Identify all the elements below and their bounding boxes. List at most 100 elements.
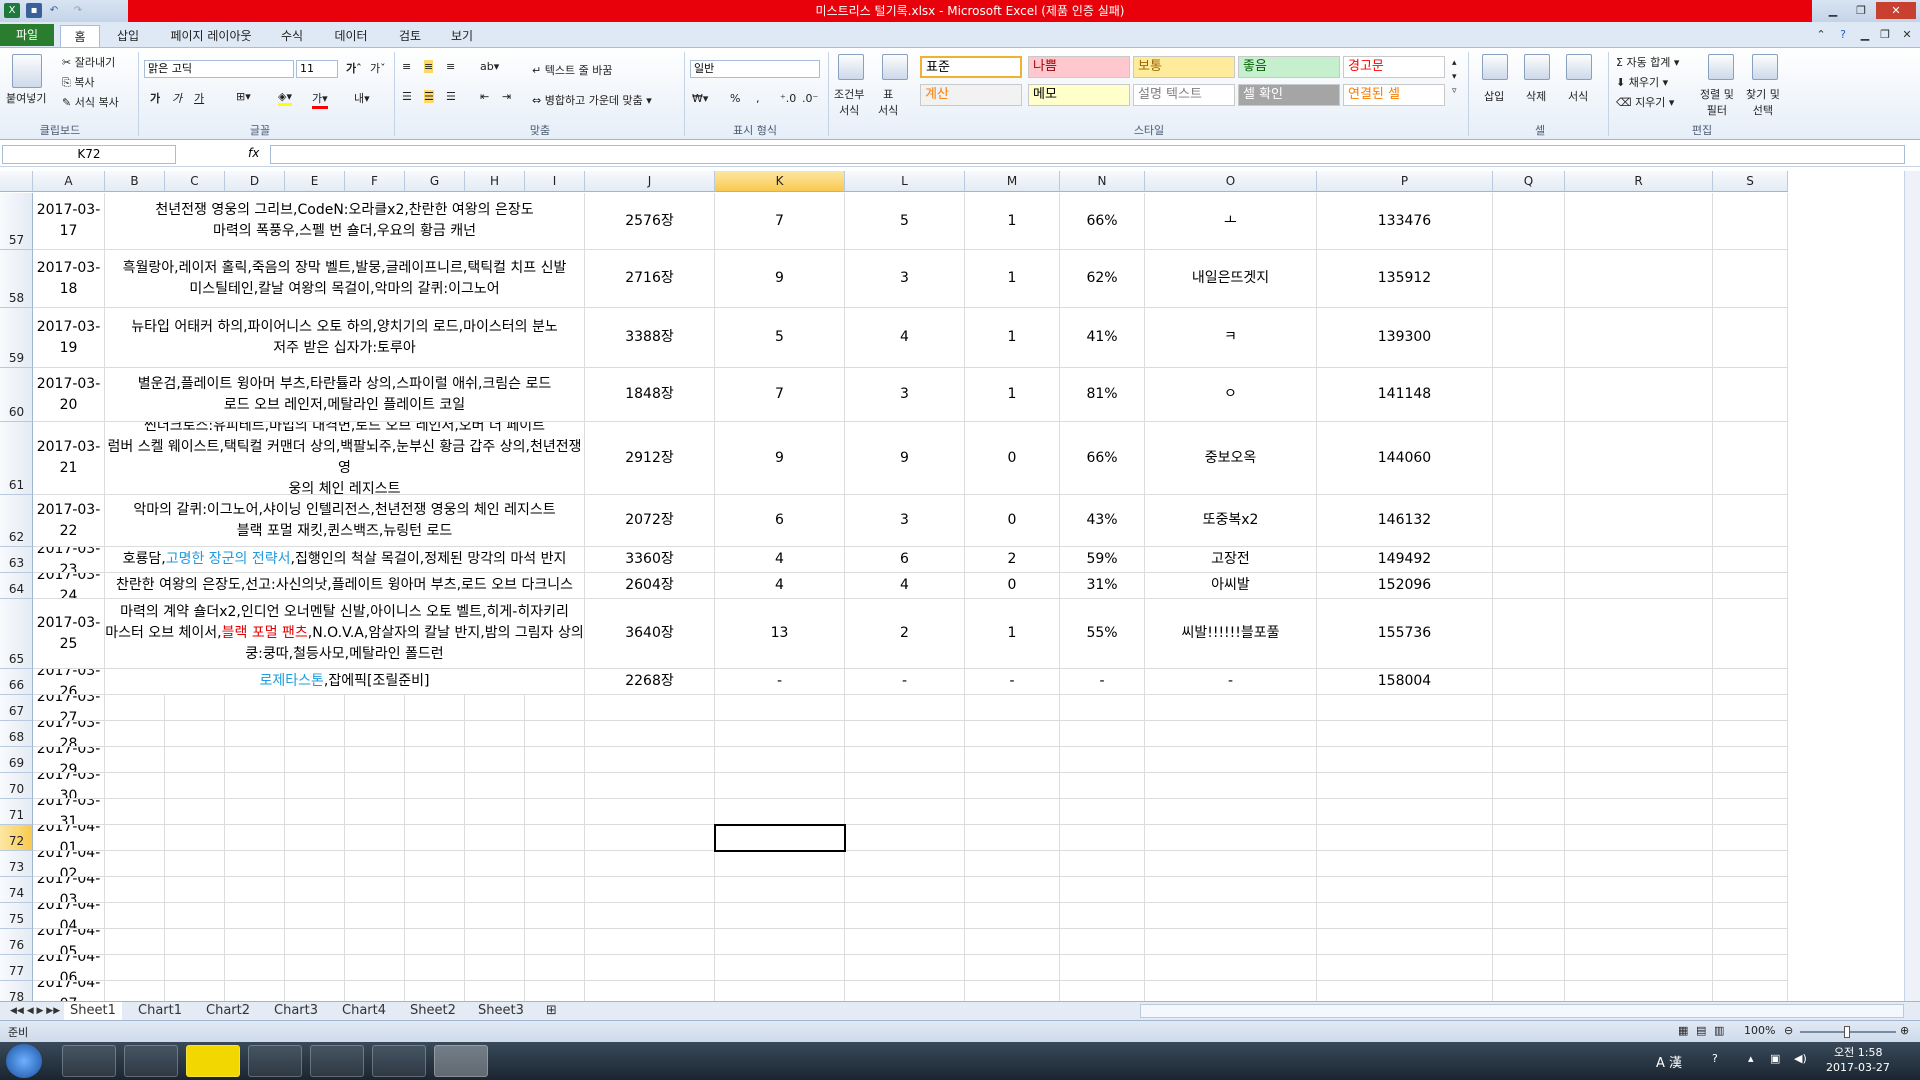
row-header-66[interactable]: 66 — [0, 669, 33, 695]
column-header-S[interactable]: S — [1713, 171, 1788, 192]
cell-Q[interactable] — [1493, 695, 1565, 721]
cell-items[interactable] — [105, 773, 585, 799]
column-header-E[interactable]: E — [285, 171, 345, 192]
cell-P[interactable]: 155736 — [1317, 599, 1493, 669]
cell-Q[interactable] — [1493, 547, 1565, 573]
cell-R[interactable] — [1565, 903, 1713, 929]
decrease-decimal-icon[interactable]: .0⁻ — [802, 92, 818, 105]
cell-L[interactable]: - — [845, 669, 965, 695]
cell-O[interactable]: 내일은뜨겟지 — [1145, 250, 1317, 308]
cell-items[interactable]: 뉴타입 어태커 하의,파이어니스 오토 하의,양치기의 로드,마이스터의 분노 … — [105, 308, 585, 368]
cell-date[interactable]: 2017-04-02 — [33, 851, 105, 877]
cell-S[interactable] — [1713, 422, 1788, 495]
cell-items[interactable] — [105, 695, 585, 721]
cell-style-8[interactable]: 셀 확인 — [1238, 84, 1340, 106]
cell-R[interactable] — [1565, 851, 1713, 877]
cell-style-3[interactable]: 좋음 — [1238, 56, 1340, 78]
cell-M[interactable]: 1 — [965, 250, 1060, 308]
cell-N[interactable] — [1060, 851, 1145, 877]
cell-J[interactable] — [585, 747, 715, 773]
cell-P[interactable] — [1317, 721, 1493, 747]
cell-style-4[interactable]: 경고문 — [1343, 56, 1445, 78]
cell-K[interactable] — [715, 929, 845, 955]
cell-J[interactable] — [585, 695, 715, 721]
column-header-O[interactable]: O — [1145, 171, 1317, 192]
cell-N[interactable]: 66% — [1060, 422, 1145, 495]
row-header-68[interactable]: 68 — [0, 721, 33, 747]
cell-M[interactable]: 0 — [965, 573, 1060, 599]
cell-items[interactable]: 별운검,플레이트 윙아머 부츠,타란튤라 상의,스파이럴 애쉬,크림슨 로드 로… — [105, 368, 585, 422]
cell-J[interactable] — [585, 903, 715, 929]
normal-view-icon[interactable]: ▦ — [1678, 1024, 1688, 1037]
find-select-icon[interactable] — [1752, 54, 1778, 80]
cell-L[interactable]: 4 — [845, 573, 965, 599]
cell-K[interactable]: 5 — [715, 308, 845, 368]
cell-Q[interactable] — [1493, 799, 1565, 825]
sheet-tab-chart3[interactable]: Chart3 — [268, 1002, 324, 1020]
cell-P[interactable] — [1317, 773, 1493, 799]
cell-S[interactable] — [1713, 773, 1788, 799]
fill-color-icon[interactable]: ◈▾ — [278, 90, 292, 106]
start-button[interactable] — [6, 1044, 42, 1078]
cell-R[interactable] — [1565, 721, 1713, 747]
cell-date[interactable]: 2017-04-01 — [33, 825, 105, 851]
cell-N[interactable]: 66% — [1060, 193, 1145, 250]
cell-items[interactable] — [105, 981, 585, 1001]
clock-date[interactable]: 2017-03-27 — [1826, 1061, 1890, 1074]
currency-icon[interactable]: ₩▾ — [692, 92, 708, 105]
close-button[interactable]: ✕ — [1876, 2, 1916, 19]
cell-J[interactable] — [585, 929, 715, 955]
cell-K[interactable] — [715, 695, 845, 721]
cell-K[interactable] — [715, 877, 845, 903]
font-size-combo[interactable]: 11 — [296, 60, 338, 78]
cell-M[interactable]: 1 — [965, 368, 1060, 422]
cell-Q[interactable] — [1493, 721, 1565, 747]
cell-J[interactable]: 2604장 — [585, 573, 715, 599]
cell-Q[interactable] — [1493, 368, 1565, 422]
cell-L[interactable]: 5 — [845, 193, 965, 250]
cell-N[interactable] — [1060, 773, 1145, 799]
tab-file[interactable]: 파일 — [0, 24, 54, 46]
fx-icon[interactable]: fx — [248, 146, 259, 160]
cell-date[interactable]: 2017-03-30 — [33, 773, 105, 799]
cell-S[interactable] — [1713, 495, 1788, 547]
cell-L[interactable]: 6 — [845, 547, 965, 573]
tab-formulas[interactable]: 수식 — [272, 25, 312, 47]
page-break-view-icon[interactable]: ▥ — [1714, 1024, 1724, 1037]
cell-items[interactable] — [105, 851, 585, 877]
sheet-tab-chart2[interactable]: Chart2 — [200, 1002, 256, 1020]
cell-S[interactable] — [1713, 955, 1788, 981]
cell-S[interactable] — [1713, 599, 1788, 669]
column-header-A[interactable]: A — [33, 171, 105, 192]
cell-N[interactable] — [1060, 981, 1145, 1001]
cell-S[interactable] — [1713, 929, 1788, 955]
cell-style-1[interactable]: 나쁨 — [1028, 56, 1130, 78]
sort-filter-icon[interactable] — [1708, 54, 1734, 80]
cell-P[interactable] — [1317, 929, 1493, 955]
cell-M[interactable]: 0 — [965, 495, 1060, 547]
cell-L[interactable] — [845, 695, 965, 721]
kakaotalk-icon[interactable] — [186, 1045, 240, 1077]
horizontal-scrollbar[interactable] — [1140, 1004, 1904, 1018]
cell-J[interactable] — [585, 773, 715, 799]
cell-J[interactable]: 3360장 — [585, 547, 715, 573]
row-header-77[interactable]: 77 — [0, 955, 33, 981]
cell-M[interactable]: 1 — [965, 599, 1060, 669]
cell-N[interactable] — [1060, 799, 1145, 825]
cell-R[interactable] — [1565, 573, 1713, 599]
align-middle-icon[interactable]: ≡ — [424, 60, 434, 73]
cell-L[interactable]: 4 — [845, 308, 965, 368]
cell-Q[interactable] — [1493, 773, 1565, 799]
cell-M[interactable]: 1 — [965, 308, 1060, 368]
cell-S[interactable] — [1713, 573, 1788, 599]
cell-N[interactable] — [1060, 695, 1145, 721]
cell-M[interactable] — [965, 955, 1060, 981]
cell-P[interactable]: 133476 — [1317, 193, 1493, 250]
cell-P[interactable]: 141148 — [1317, 368, 1493, 422]
row-header-57[interactable]: 57 — [0, 193, 33, 250]
format-as-table-icon[interactable] — [882, 54, 908, 80]
tab-home[interactable]: 홈 — [60, 25, 100, 47]
cell-S[interactable] — [1713, 851, 1788, 877]
chrome-icon[interactable] — [62, 1045, 116, 1077]
column-header-G[interactable]: G — [405, 171, 465, 192]
